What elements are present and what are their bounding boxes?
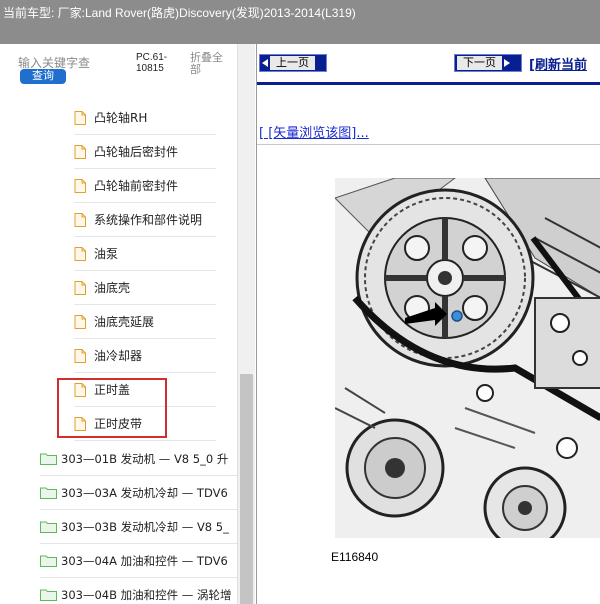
document-icon: [74, 144, 86, 159]
tree-folder-303-03a[interactable]: 303—03A 发动机冷却 — TDV6: [40, 476, 237, 510]
refresh-current-link[interactable]: [刷新当前: [529, 54, 587, 73]
arrow-left-icon: [262, 59, 268, 67]
tree-item-oil-pan-extension[interactable]: 油底壳延展: [74, 305, 216, 339]
document-icon: [74, 212, 86, 227]
tree-folder-303-01b[interactable]: 303—01B 发动机 — V8 5_0 升: [40, 442, 237, 476]
collapse-all-button[interactable]: 折叠全部: [190, 52, 230, 76]
vehicle-model-text: 当前车型: 厂家:Land Rover(路虎)Discovery(发现)2013…: [3, 6, 356, 20]
tree-scrollbar[interactable]: [237, 44, 255, 604]
figure-caption: E116840: [331, 550, 379, 564]
tree-item-label: 凸轮轴RH: [94, 111, 148, 125]
folder-icon: [40, 453, 57, 465]
folder-icon: [40, 487, 57, 499]
tree-item-camshaft-rh[interactable]: 凸轮轴RH: [74, 101, 216, 135]
arrow-right-icon: [504, 59, 510, 67]
tree-folder-303-03b[interactable]: 303—03B 发动机冷却 — V8 5_: [40, 510, 237, 544]
tree-item-label: 系统操作和部件说明: [94, 213, 203, 227]
tree-item-label: 油冷却器: [94, 349, 143, 363]
tree-folder-label: 303—04B 加油和控件 — 涡轮增: [61, 587, 232, 602]
tree-folder-label: 303—03A 发动机冷却 — TDV6: [61, 485, 228, 500]
tree-item-label: 凸轮轴后密封件: [94, 145, 179, 159]
vehicle-info-bar: 当前车型: 厂家:Land Rover(路虎)Discovery(发现)2013…: [0, 0, 600, 44]
tree-item-oil-pump[interactable]: 油泵: [74, 237, 216, 271]
tree-item-camshaft-front-seal[interactable]: 凸轮轴前密封件: [74, 169, 216, 203]
previous-page-button[interactable]: 上一页: [259, 54, 327, 72]
tree-folder-303-04a[interactable]: 303—04A 加油和控件 — TDV6: [40, 544, 237, 578]
tree-folder-303-04b[interactable]: 303—04B 加油和控件 — 涡轮增: [40, 578, 237, 604]
next-page-button[interactable]: 下一页: [454, 54, 522, 72]
previous-page-label: 上一页: [270, 56, 315, 70]
folder-icon: [40, 521, 57, 533]
pc-code-label: PC.61-10815: [136, 52, 168, 74]
content-divider: [257, 144, 600, 145]
search-area: 查询 PC.61-10815 折叠全部: [0, 44, 237, 100]
document-icon: [74, 348, 86, 363]
folder-icon: [40, 589, 57, 601]
search-button[interactable]: 查询: [20, 69, 66, 84]
vector-view-link[interactable]: [ [矢量浏览该图]...: [259, 122, 369, 141]
highlight-annotation-box: [57, 378, 167, 438]
document-icon: [74, 246, 86, 261]
tree-item-camshaft-rear-seal[interactable]: 凸轮轴后密封件: [74, 135, 216, 169]
next-page-label: 下一页: [457, 56, 502, 70]
scrollbar-thumb[interactable]: [240, 374, 253, 604]
tree-item-label: 油底壳延展: [94, 315, 155, 329]
nav-bar-underline: [257, 82, 600, 85]
engine-diagram-image: [335, 178, 600, 538]
tree-item-label: 油底壳: [94, 281, 131, 295]
tree-folder-label: 303—01B 发动机 — V8 5_0 升: [61, 451, 229, 466]
tree-item-system-operation[interactable]: 系统操作和部件说明: [74, 203, 216, 237]
engine-timing-illustration: [335, 178, 600, 538]
document-icon: [74, 178, 86, 193]
content-panel: 上一页 下一页 [刷新当前 [ [矢量浏览该图]... E116840: [256, 44, 600, 604]
tree-item-oil-cooler[interactable]: 油冷却器: [74, 339, 216, 373]
tree-folder-label: 303—03B 发动机冷却 — V8 5_: [61, 519, 229, 534]
tree-item-oil-pan[interactable]: 油底壳: [74, 271, 216, 305]
left-nav-panel: 查询 PC.61-10815 折叠全部 凸轮轴RH 凸轮轴后密封件 凸轮轴前密封…: [0, 44, 255, 604]
document-icon: [74, 110, 86, 125]
page-nav-bar: 上一页 下一页 [刷新当前: [257, 44, 600, 85]
document-icon: [74, 280, 86, 295]
tree-item-label: 凸轮轴前密封件: [94, 179, 179, 193]
tree-item-label: 油泵: [94, 247, 119, 261]
folder-icon: [40, 555, 57, 567]
tree-folder-label: 303—04A 加油和控件 — TDV6: [61, 553, 228, 568]
document-icon: [74, 314, 86, 329]
